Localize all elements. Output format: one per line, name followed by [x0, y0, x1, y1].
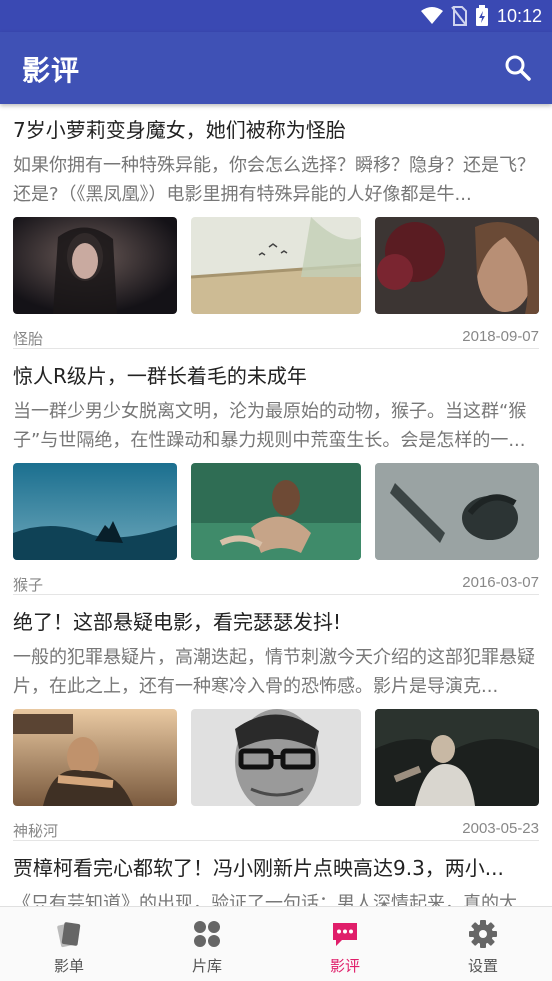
article-card[interactable]: 7岁小萝莉变身魔女，她们被称为怪胎 如果你拥有一种特殊异能，你会怎么选择？瞬移？…: [13, 115, 539, 352]
chat-icon: [333, 923, 357, 946]
article-title: 7岁小萝莉变身魔女，她们被称为怪胎: [13, 118, 346, 142]
article-list: 7岁小萝莉变身魔女，她们被称为怪胎 如果你拥有一种特殊异能，你会怎么选择？瞬移？…: [0, 104, 552, 906]
search-button[interactable]: [502, 52, 534, 84]
article-card[interactable]: 绝了！这部悬疑电影，看完瑟瑟发抖! 一般的犯罪悬疑片，高潮迭起，情节刺激今天介绍…: [13, 607, 539, 844]
article-thumbnail[interactable]: [375, 463, 539, 560]
article-thumbnail[interactable]: [13, 217, 177, 314]
divider: [13, 348, 539, 349]
search-icon: [505, 55, 531, 81]
article-card[interactable]: 惊人R级片，一群长着毛的未成年 当一群少男少女脱离文明，沦为最原始的动物，猴子。…: [13, 361, 539, 598]
no-sim-icon: [451, 6, 467, 26]
article-thumbnail[interactable]: [13, 463, 177, 560]
cards-icon: [57, 922, 81, 948]
gear-icon: [469, 920, 497, 948]
article-images: [13, 463, 539, 560]
nav-label: 影评: [329, 957, 360, 975]
article-thumbnail[interactable]: [375, 217, 539, 314]
bottom-navigation: 影单 片库 影评 设置: [0, 906, 552, 981]
nav-item-movie-list[interactable]: 影单: [0, 907, 138, 981]
wifi-icon: [420, 7, 443, 24]
nav-label: 片库: [191, 957, 222, 975]
nav-label: 影单: [53, 957, 84, 975]
article-images: [13, 217, 539, 314]
app-bar: 影评: [0, 32, 552, 104]
divider: [13, 594, 539, 595]
article-thumbnail[interactable]: [191, 709, 361, 806]
status-bar: 10:12: [0, 0, 552, 32]
nav-label: 设置: [467, 957, 498, 975]
grid-icon: [194, 921, 220, 947]
status-time: 10:12: [496, 5, 542, 26]
article-title: 惊人R级片，一群长着毛的未成年: [13, 364, 307, 388]
article-thumbnail[interactable]: [191, 217, 361, 314]
article-title: 贾樟柯看完心都软了！冯小刚新片点映高达9.3，两小...: [13, 856, 504, 880]
article-summary: 《只有芸知道》的出现，验证了一句话：男人深情起来，真的太...: [13, 893, 535, 906]
article-summary: 如果你拥有一种特殊异能，你会怎么选择？瞬移？隐身？还是飞？还是?（《黑凤凰》）电…: [13, 155, 535, 205]
nav-item-settings[interactable]: 设置: [414, 907, 552, 981]
nav-item-library[interactable]: 片库: [138, 907, 276, 981]
article-images: [13, 709, 539, 806]
status-icons: 10:12: [420, 4, 542, 28]
article-thumbnail[interactable]: [375, 709, 539, 806]
article-thumbnail[interactable]: [191, 463, 361, 560]
article-thumbnail[interactable]: [13, 709, 177, 806]
article-summary: 一般的犯罪悬疑片，高潮迭起，情节刺激今天介绍的这部犯罪悬疑片，在此之上，还有一种…: [13, 647, 535, 697]
article-card[interactable]: 贾樟柯看完心都软了！冯小刚新片点映高达9.3，两小... 《只有芸知道》的出现，…: [13, 853, 539, 906]
article-summary: 当一群少男少女脱离文明，沦为最原始的动物，猴子。当这群“猴子”与世隔绝，在性躁动…: [13, 401, 527, 451]
battery-charging-icon: [475, 5, 488, 26]
page-title: 影评: [22, 54, 81, 87]
nav-item-reviews[interactable]: 影评: [276, 907, 414, 981]
article-title: 绝了！这部悬疑电影，看完瑟瑟发抖!: [13, 610, 342, 634]
divider: [13, 840, 539, 841]
